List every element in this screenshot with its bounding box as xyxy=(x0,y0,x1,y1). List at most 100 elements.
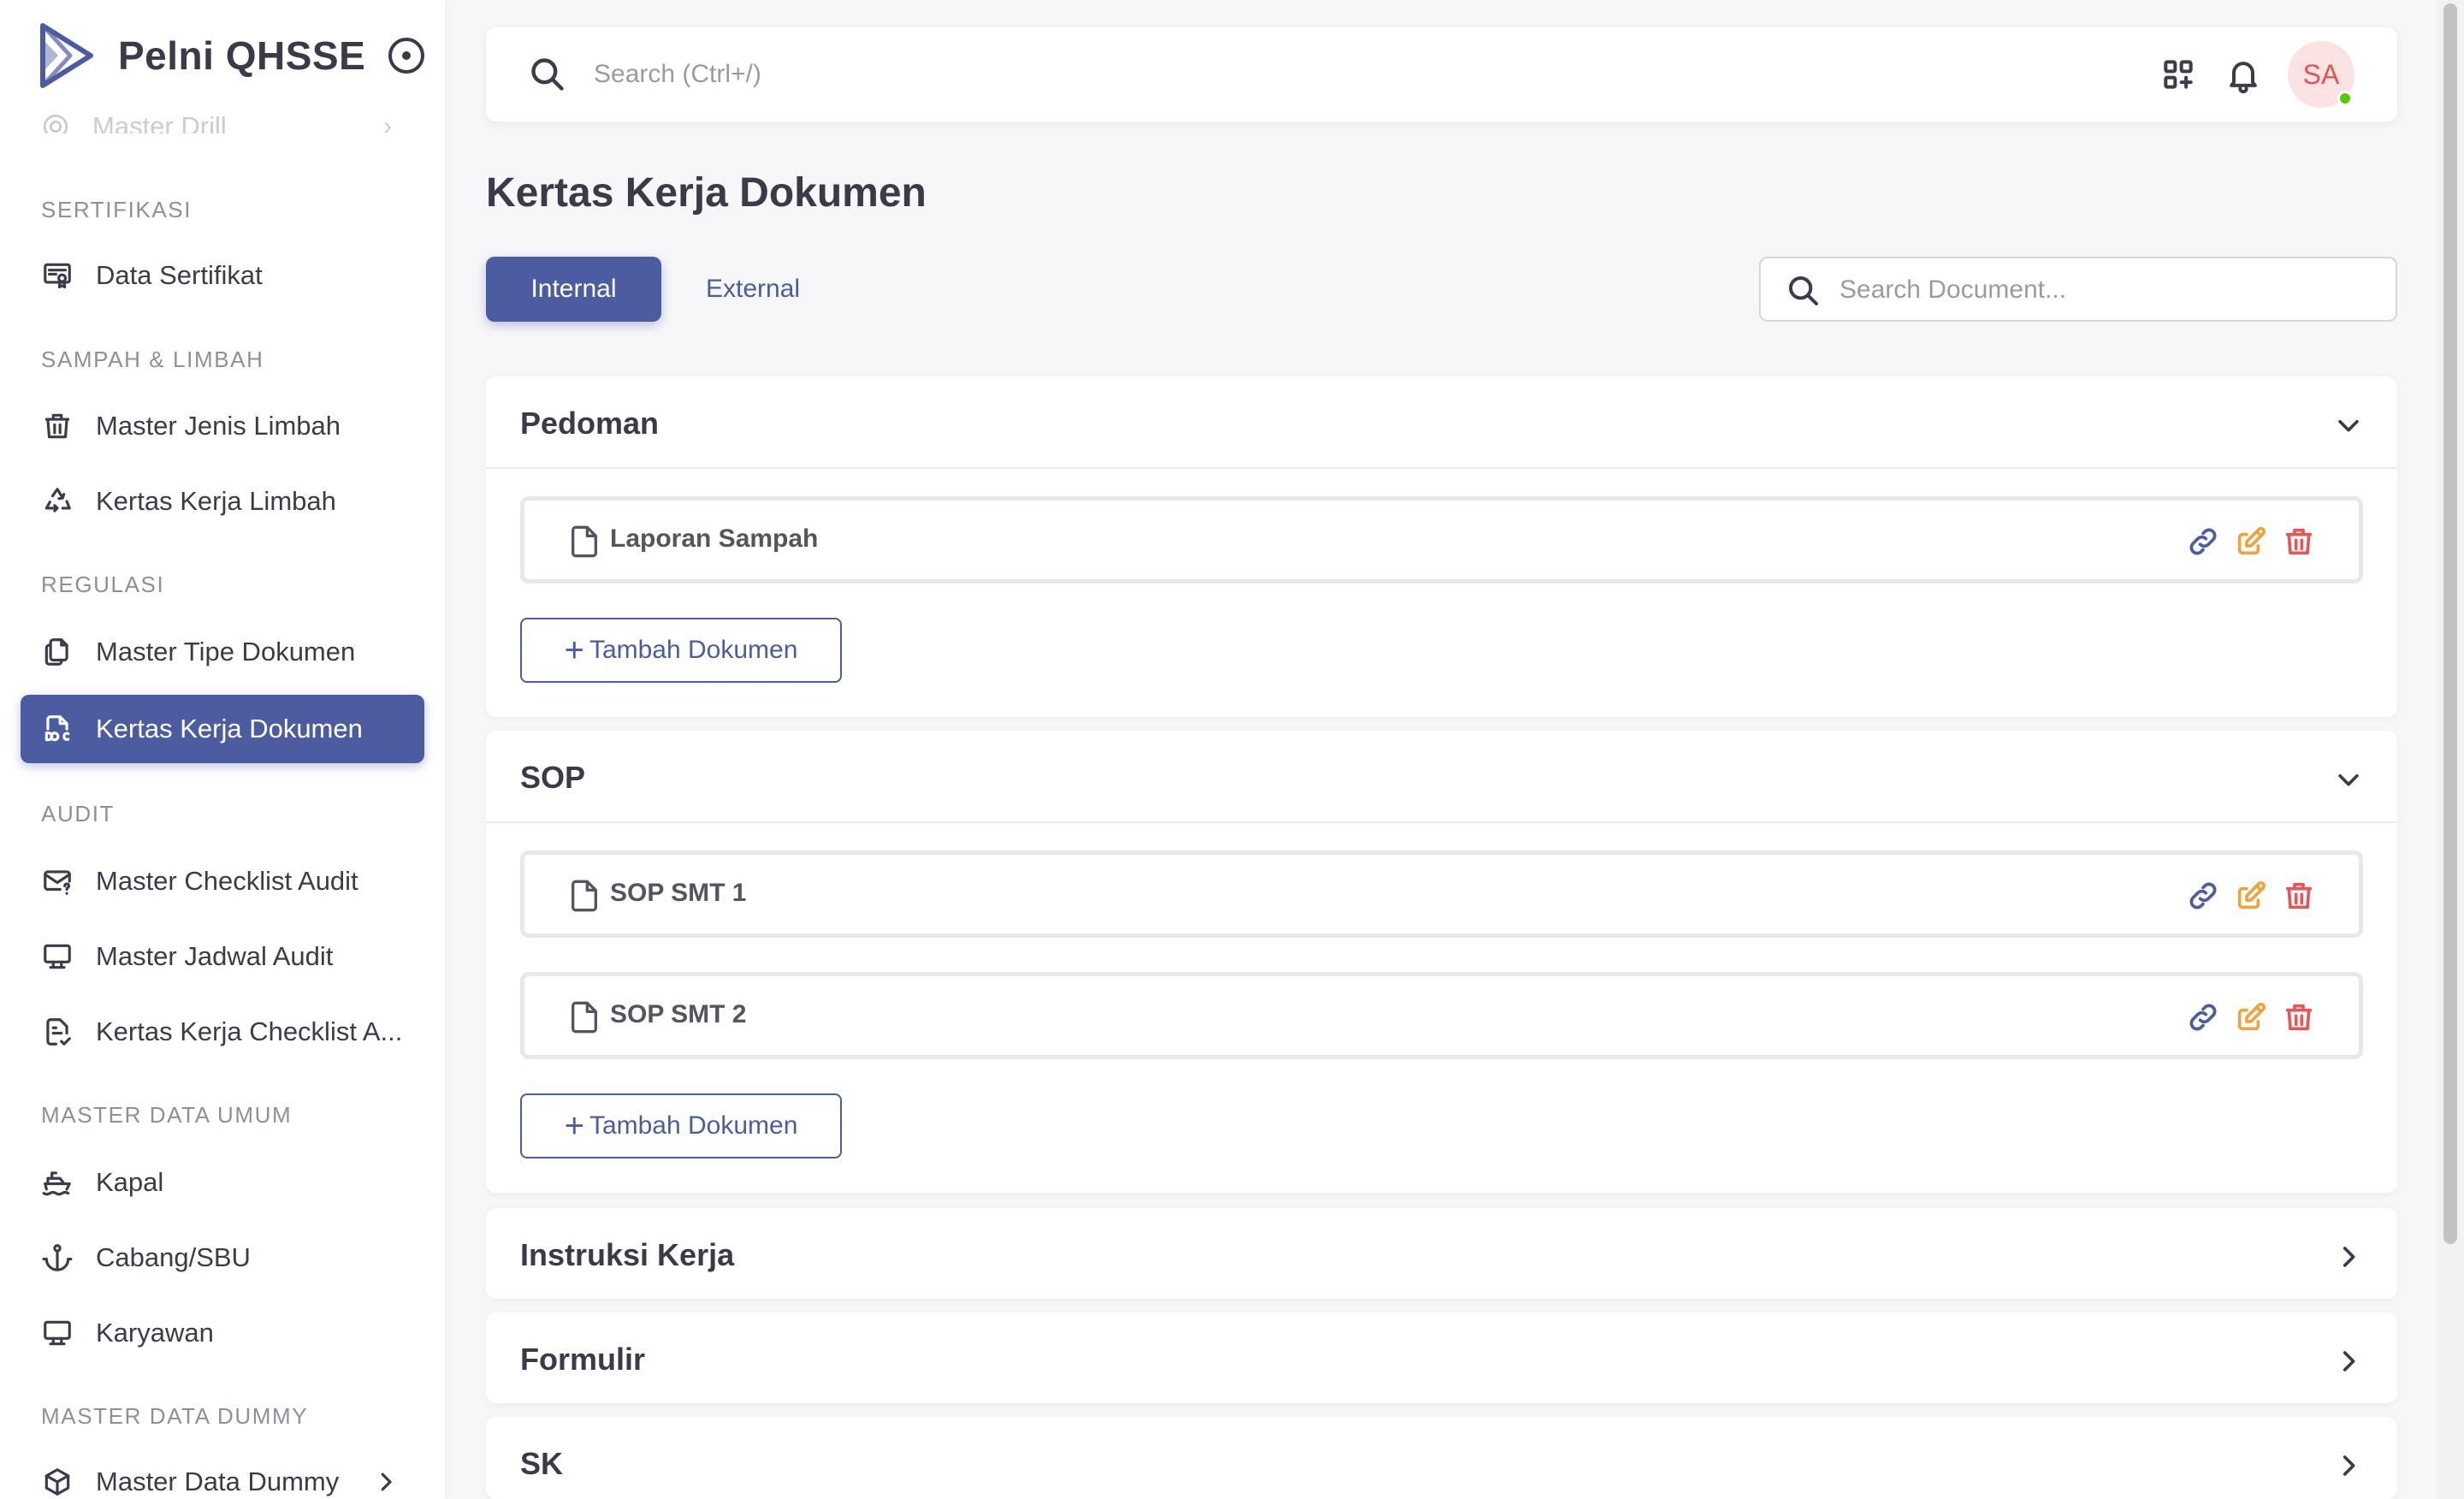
edit-icon[interactable] xyxy=(2234,1000,2268,1034)
sidebar: Pelni QHSSE Master Drill › SERTIFIKASI D… xyxy=(0,0,445,1499)
sidebar-item-label: Kapal xyxy=(96,1167,164,1197)
trash-icon[interactable] xyxy=(2282,879,2316,913)
user-avatar[interactable]: SA xyxy=(2288,41,2354,108)
files-icon xyxy=(41,636,74,668)
category-card-formulir: Formulir xyxy=(486,1312,2397,1403)
top-navbar: SA xyxy=(486,27,2397,121)
sidebar-item-label: Master Checklist Audit xyxy=(96,866,358,896)
sidebar-item-label: Master Jenis Limbah xyxy=(96,411,341,441)
category-title: Formulir xyxy=(520,1342,646,1377)
online-status-dot xyxy=(2337,91,2353,106)
scrollbar-thumb[interactable] xyxy=(2443,3,2457,1244)
trash-icon[interactable] xyxy=(2282,1000,2316,1034)
document-search xyxy=(1759,257,2397,322)
sidebar-item-label: Master Jadwal Audit xyxy=(96,941,334,971)
page-scrollbar[interactable] xyxy=(2437,0,2464,1499)
accordion-header-sk[interactable]: SK xyxy=(486,1417,2397,1499)
category-card-pedoman: Pedoman Laporan Sampah + Tambah Dokumen xyxy=(486,376,2397,717)
chevron-right-icon: › xyxy=(383,112,392,140)
global-search-input[interactable] xyxy=(594,53,1364,96)
accordion-header-instruksi-kerja[interactable]: Instruksi Kerja xyxy=(486,1208,2397,1299)
section-title-master-data-umum: MASTER DATA UMUM xyxy=(41,1102,293,1128)
category-card-sk: SK xyxy=(486,1417,2397,1499)
sidebar-item-label: Cabang/SBU xyxy=(96,1242,251,1272)
sidebar-toggle-icon[interactable] xyxy=(388,38,424,74)
add-document-button[interactable]: + Tambah Dokumen xyxy=(520,1093,842,1158)
brand-logo xyxy=(39,22,94,89)
sidebar-item-label: Karyawan xyxy=(96,1318,214,1348)
document-name: Laporan Sampah xyxy=(610,524,819,553)
sidebar-item-label: Kertas Kerja Dokumen xyxy=(96,714,363,744)
sidebar-item-kertas-kerja-dokumen[interactable]: Kertas Kerja Dokumen xyxy=(21,695,424,763)
accordion-header-formulir[interactable]: Formulir xyxy=(486,1312,2397,1403)
category-title: Instruksi Kerja xyxy=(520,1237,735,1272)
accordion-header-pedoman[interactable]: Pedoman xyxy=(486,376,2397,467)
document-row: SOP SMT 2 xyxy=(520,972,2363,1059)
sidebar-item-label: Kertas Kerja Limbah xyxy=(96,486,336,516)
add-document-button[interactable]: + Tambah Dokumen xyxy=(520,618,842,683)
category-title: Pedoman xyxy=(520,406,660,441)
document-row: SOP SMT 1 xyxy=(520,850,2363,938)
sidebar-item-master-jenis-limbah[interactable]: Master Jenis Limbah xyxy=(21,392,424,460)
trash-icon xyxy=(41,410,74,442)
sidebar-item-label: Master Data Dummy xyxy=(96,1466,340,1496)
category-title: SK xyxy=(520,1446,564,1481)
document-name: SOP SMT 2 xyxy=(610,1000,747,1028)
sidebar-item-karyawan[interactable]: Karyawan xyxy=(21,1299,424,1367)
divider xyxy=(486,467,2397,469)
anchor-icon xyxy=(41,1241,74,1274)
document-search-input[interactable] xyxy=(1839,270,2370,310)
ship-icon xyxy=(41,1166,74,1199)
file-icon xyxy=(569,524,600,559)
trash-icon[interactable] xyxy=(2282,524,2316,559)
add-document-label: Tambah Dokumen xyxy=(589,636,798,664)
chevron-down-icon xyxy=(2334,411,2363,440)
page-title: Kertas Kerja Dokumen xyxy=(486,170,927,216)
sidebar-item-label: Kertas Kerja Checklist A... xyxy=(96,1016,403,1046)
chevron-right-icon xyxy=(2334,1242,2363,1271)
category-title: SOP xyxy=(520,760,586,795)
divider xyxy=(486,821,2397,823)
edit-icon[interactable] xyxy=(2234,524,2268,559)
sidebar-item-kertas-kerja-limbah[interactable]: Kertas Kerja Limbah xyxy=(21,467,424,536)
sidebar-item-kertas-kerja-checklist-audit[interactable]: Kertas Kerja Checklist A... xyxy=(21,998,424,1066)
sidebar-item-master-data-dummy[interactable]: Master Data Dummy xyxy=(21,1448,424,1499)
category-card-instruksi-kerja: Instruksi Kerja xyxy=(486,1208,2397,1299)
edit-icon[interactable] xyxy=(2234,879,2268,913)
app-root: Pelni QHSSE Master Drill › SERTIFIKASI D… xyxy=(0,0,2464,1499)
link-icon[interactable] xyxy=(2186,879,2220,913)
user-initials: SA xyxy=(2302,58,2340,90)
file-icon xyxy=(569,1000,600,1034)
add-document-label: Tambah Dokumen xyxy=(589,1111,798,1140)
plus-icon: + xyxy=(564,631,584,669)
category-card-sop: SOP SOP SMT 1 SOP SMT 2 + Tambah Dokumen xyxy=(486,731,2397,1193)
tab-external[interactable]: External xyxy=(684,257,821,322)
monitor-icon xyxy=(41,940,74,973)
tab-internal[interactable]: Internal xyxy=(486,257,661,322)
recycle-icon xyxy=(41,485,74,518)
search-icon[interactable] xyxy=(529,56,566,93)
sidebar-item-master-checklist-audit[interactable]: Master Checklist Audit xyxy=(21,847,424,915)
sidebar-item-master-drill[interactable]: Master Drill › xyxy=(41,110,400,140)
accordion-header-sop[interactable]: SOP xyxy=(486,731,2397,821)
sidebar-item-data-sertifikat[interactable]: Data Sertifikat xyxy=(21,241,424,310)
chevron-right-icon xyxy=(2334,1451,2363,1480)
link-icon[interactable] xyxy=(2186,1000,2220,1034)
section-title-master-data-dummy: MASTER DATA DUMMY xyxy=(41,1403,309,1429)
link-icon[interactable] xyxy=(2186,524,2220,559)
chevron-down-icon xyxy=(2334,765,2363,794)
chevron-right-icon xyxy=(373,1469,399,1495)
sidebar-item-cabang-sbu[interactable]: Cabang/SBU xyxy=(21,1223,424,1292)
sidebar-item-label: Data Sertifikat xyxy=(96,260,263,290)
section-title-audit: AUDIT xyxy=(41,801,115,827)
brand-name: Pelni QHSSE xyxy=(118,33,366,78)
sidebar-item-kapal[interactable]: Kapal xyxy=(21,1148,424,1217)
sidebar-item-master-tipe-dokumen[interactable]: Master Tipe Dokumen xyxy=(21,618,424,686)
monitor-icon xyxy=(41,1317,74,1349)
bell-icon[interactable] xyxy=(2224,56,2262,94)
sidebar-item-master-jadwal-audit[interactable]: Master Jadwal Audit xyxy=(21,922,424,991)
section-title-sampah-limbah: SAMPAH & LIMBAH xyxy=(41,347,264,372)
shortcuts-grid-icon[interactable] xyxy=(2159,56,2197,93)
section-title-regulasi: REGULASI xyxy=(41,572,165,597)
file-icon xyxy=(569,879,600,913)
